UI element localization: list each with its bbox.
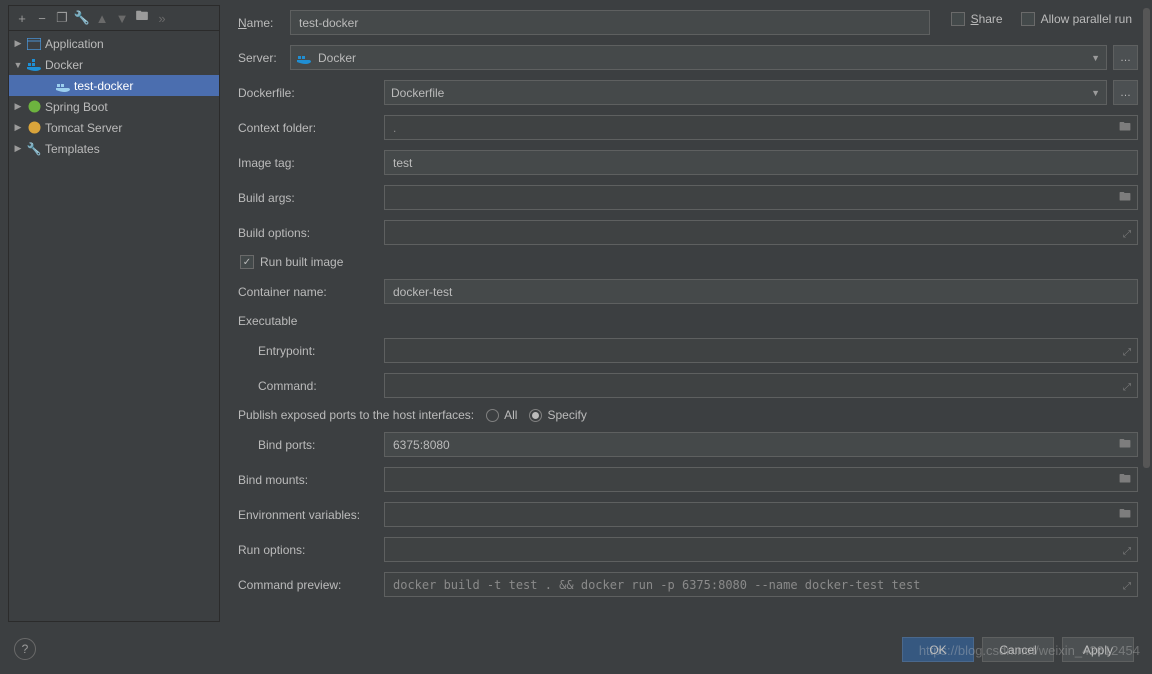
chevron-right-icon: ▶ [13, 143, 23, 154]
tree-item-tomcat[interactable]: ▶ Tomcat Server [9, 117, 219, 138]
build-options-label: Build options: [238, 226, 384, 240]
preview-label: Command preview: [238, 578, 384, 592]
chevron-down-icon: ▼ [1091, 88, 1100, 98]
tree-item-spring-boot[interactable]: ▶ Spring Boot [9, 96, 219, 117]
run-built-checkbox[interactable]: Run built image [240, 255, 343, 269]
tree-item-application[interactable]: ▶ Application [9, 33, 219, 54]
sidebar-toolbar: + − ❐ 🔧 ▲ ▼ 🖿 » [9, 6, 219, 31]
tomcat-icon [26, 120, 42, 136]
dockerfile-dropdown[interactable]: Dockerfile ▼ [384, 80, 1107, 105]
build-args-label: Build args: [238, 191, 384, 205]
bind-ports-input[interactable] [384, 432, 1138, 457]
entrypoint-label: Entrypoint: [238, 344, 384, 358]
bind-mounts-input[interactable] [384, 467, 1138, 492]
tree-label: Tomcat Server [45, 121, 122, 135]
remove-button[interactable]: − [33, 9, 51, 27]
tree-label: Templates [45, 142, 100, 156]
container-name-label: Container name: [238, 285, 384, 299]
context-label: Context folder: [238, 121, 384, 135]
build-args-input[interactable] [384, 185, 1138, 210]
chevron-right-icon: ▶ [13, 101, 23, 112]
radio-all[interactable]: All [486, 408, 517, 422]
image-tag-label: Image tag: [238, 156, 384, 170]
copy-button[interactable]: ❐ [53, 9, 71, 27]
tree-item-test-docker[interactable]: test-docker [9, 75, 219, 96]
chevron-down-icon: ▼ [1091, 53, 1100, 63]
env-label: Environment variables: [238, 508, 384, 522]
share-label: hare [979, 12, 1003, 26]
config-sidebar: + − ❐ 🔧 ▲ ▼ 🖿 » ▶ Application ▼ Docker t… [8, 5, 220, 622]
dialog-buttons: OK Cancel Apply [0, 627, 1152, 674]
tree-label: test-docker [74, 79, 133, 93]
chevron-right-icon: ▶ [13, 38, 23, 49]
bind-mounts-label: Bind mounts: [238, 473, 384, 487]
tree-label: Application [45, 37, 104, 51]
dockerfile-browse-button[interactable]: … [1113, 80, 1138, 105]
run-built-label: Run built image [260, 255, 343, 269]
add-button[interactable]: + [13, 9, 31, 27]
context-input[interactable] [384, 115, 1138, 140]
bind-ports-label: Bind ports: [238, 438, 384, 452]
name-input[interactable] [290, 10, 930, 35]
chevron-down-icon: ▼ [13, 60, 23, 70]
help-button[interactable]: ? [14, 638, 36, 660]
docker-icon [26, 57, 42, 73]
image-tag-input[interactable] [384, 150, 1138, 175]
container-name-input[interactable] [384, 279, 1138, 304]
build-options-input[interactable] [384, 220, 1138, 245]
move-down-button[interactable]: ▼ [113, 9, 131, 27]
run-options-input[interactable] [384, 537, 1138, 562]
tree-item-docker[interactable]: ▼ Docker [9, 54, 219, 75]
save-folder-button[interactable]: 🖿 [133, 9, 151, 27]
tree-label: Spring Boot [45, 100, 108, 114]
tree-label: Docker [45, 58, 83, 72]
tree-item-templates[interactable]: ▶ 🔧 Templates [9, 138, 219, 159]
command-label: Command: [238, 379, 384, 393]
entrypoint-input[interactable] [384, 338, 1138, 363]
edit-button[interactable]: 🔧 [73, 9, 91, 27]
server-dropdown[interactable]: Docker ▼ [290, 45, 1107, 70]
parallel-label: Allow parallel run [1041, 12, 1132, 26]
more-button[interactable]: » [153, 9, 171, 27]
docker-run-icon [55, 78, 71, 94]
wrench-icon: 🔧 [26, 141, 42, 157]
cancel-button[interactable]: Cancel [982, 637, 1054, 662]
config-tree: ▶ Application ▼ Docker test-docker ▶ Spr… [9, 31, 219, 621]
run-options-label: Run options: [238, 543, 384, 557]
ok-button[interactable]: OK [902, 637, 974, 662]
radio-specify[interactable]: Specify [529, 408, 586, 422]
spring-icon [26, 99, 42, 115]
preview-output [384, 572, 1138, 597]
command-input[interactable] [384, 373, 1138, 398]
dockerfile-label: Dockerfile: [238, 86, 384, 100]
parallel-run-checkbox[interactable]: Allow parallel run [1021, 12, 1132, 26]
share-checkbox[interactable]: Share [951, 12, 1003, 26]
name-label: Name: [238, 16, 290, 30]
apply-button[interactable]: Apply [1062, 637, 1134, 662]
move-up-button[interactable]: ▲ [93, 9, 111, 27]
executable-section: Executable [238, 314, 1138, 328]
scrollbar[interactable] [1143, 8, 1150, 619]
publish-ports-label: Publish exposed ports to the host interf… [238, 408, 474, 422]
chevron-right-icon: ▶ [13, 122, 23, 133]
server-browse-button[interactable]: … [1113, 45, 1138, 70]
env-input[interactable] [384, 502, 1138, 527]
application-icon [26, 36, 42, 52]
config-form: Share Allow parallel run Name: Server: D… [220, 0, 1152, 627]
server-label: Server: [238, 51, 290, 65]
